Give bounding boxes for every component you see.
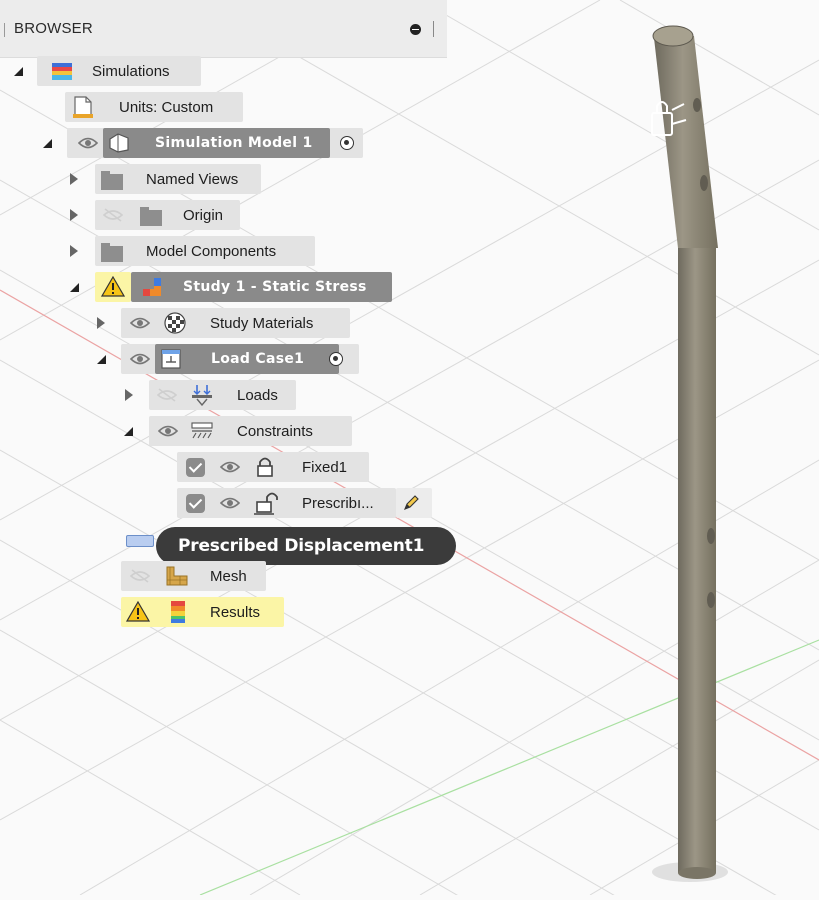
eye-hidden-icon[interactable] — [102, 207, 124, 223]
collapse-triangle-icon[interactable] — [97, 317, 105, 329]
node-label: Load Case1 — [211, 351, 305, 367]
node-label: Constraints — [237, 423, 313, 440]
tree-node-load-case[interactable]: Load Case1 — [0, 344, 370, 374]
eye-hidden-icon[interactable] — [156, 387, 178, 403]
component-icon — [108, 133, 130, 153]
mesh-icon — [166, 566, 188, 586]
collapse-triangle-icon[interactable] — [70, 173, 78, 185]
collapse-triangle-icon[interactable] — [70, 209, 78, 221]
node-label: Named Views — [146, 171, 239, 188]
node-label: Model Components — [146, 243, 277, 260]
loads-icon — [191, 384, 213, 407]
warning-icon[interactable] — [100, 275, 126, 297]
folder-icon — [101, 171, 123, 190]
node-label: Study 1 - Static Stress — [183, 279, 367, 295]
tree-node-study-materials[interactable]: Study Materials — [0, 308, 360, 338]
checkbox-icon[interactable] — [186, 494, 205, 513]
tree-node-simulation-model[interactable]: Simulation Model 1 — [0, 128, 370, 158]
folder-icon — [101, 243, 123, 262]
tree-node-simulations[interactable]: Simulations — [0, 56, 220, 86]
tooltip: Prescribed Displacement1 — [156, 527, 456, 565]
tree-node-named-views[interactable]: Named Views — [0, 164, 270, 194]
node-label: Prescribı... — [302, 495, 374, 512]
browser-header: BROWSER — [0, 0, 447, 58]
tree-node-results[interactable]: Results — [0, 597, 300, 627]
expand-triangle-icon[interactable] — [97, 355, 106, 364]
tree-node-study[interactable]: Study 1 - Static Stress — [0, 272, 400, 302]
tooltip-text: Prescribed Displacement1 — [178, 536, 425, 556]
materials-icon — [164, 312, 186, 334]
warning-icon[interactable] — [125, 600, 151, 622]
lock-open-icon — [254, 491, 280, 515]
node-label: Loads — [237, 387, 278, 404]
tree-node-loads[interactable]: Loads — [0, 380, 310, 410]
collapse-triangle-icon[interactable] — [70, 245, 78, 257]
eye-icon[interactable] — [157, 424, 179, 438]
node-label: Units: Custom — [119, 99, 214, 116]
eye-icon[interactable] — [129, 352, 151, 366]
tree-node-origin[interactable]: Origin — [0, 200, 260, 230]
eye-icon[interactable] — [219, 496, 241, 510]
eye-icon[interactable] — [219, 460, 241, 474]
lock-closed-icon — [256, 456, 274, 478]
browser-panel: BROWSER Simulations Units: Custom Simula… — [0, 0, 819, 895]
hidden-row-icon — [126, 535, 154, 547]
node-label: Simulations — [92, 63, 170, 80]
expand-triangle-icon[interactable] — [14, 67, 23, 76]
checkbox-icon[interactable] — [186, 458, 205, 477]
tree-node-mesh[interactable]: Mesh — [0, 561, 300, 591]
simulation-icon — [52, 63, 72, 80]
panel-resize-handle[interactable] — [433, 21, 434, 37]
eye-hidden-icon[interactable] — [129, 568, 151, 584]
browser-title: BROWSER — [14, 20, 93, 37]
collapse-triangle-icon[interactable] — [125, 389, 133, 401]
expand-triangle-icon[interactable] — [70, 283, 79, 292]
collapse-panel-icon[interactable] — [410, 24, 421, 35]
node-label: Mesh — [210, 568, 247, 585]
constraints-icon — [191, 422, 213, 440]
expand-triangle-icon[interactable] — [43, 139, 52, 148]
header-edge — [4, 23, 5, 37]
tree-node-fixed1[interactable]: Fixed1 — [0, 452, 380, 482]
expand-triangle-icon[interactable] — [124, 427, 133, 436]
load-case-icon — [161, 349, 181, 369]
radio-active-icon[interactable] — [329, 352, 343, 366]
eye-icon[interactable] — [77, 136, 99, 150]
pencil-icon[interactable] — [402, 494, 420, 512]
node-label: Study Materials — [210, 315, 314, 332]
tree-node-units[interactable]: Units: Custom — [0, 92, 260, 122]
node-label: Simulation Model 1 — [155, 135, 313, 151]
radio-active-icon[interactable] — [340, 136, 354, 150]
eye-icon[interactable] — [129, 316, 151, 330]
study-icon — [142, 277, 162, 297]
node-label: Origin — [183, 207, 224, 224]
tree-node-constraints[interactable]: Constraints — [0, 416, 360, 446]
node-label: Results — [210, 604, 261, 621]
results-icon — [171, 601, 185, 623]
units-document-icon — [73, 96, 93, 118]
tree-node-model-components[interactable]: Model Components — [0, 236, 330, 266]
tree-node-prescribed[interactable]: Prescribı... — [0, 488, 440, 518]
folder-icon — [140, 207, 162, 226]
node-label: Fixed1 — [302, 459, 348, 476]
